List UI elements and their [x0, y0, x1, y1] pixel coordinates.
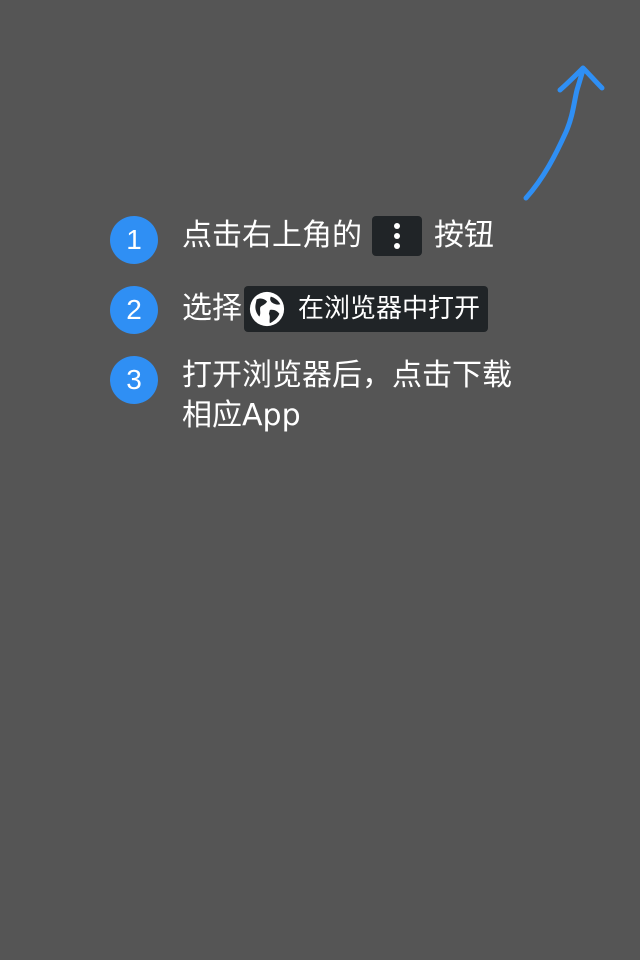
pointer-arrow-icon: [523, 65, 605, 201]
three-dot-menu-icon: [372, 216, 422, 256]
step-number-badge: 1: [110, 216, 158, 264]
step-number-badge: 3: [110, 356, 158, 404]
step-1-before-text: 点击右上角的: [182, 218, 362, 253]
instruction-step-3: 3 打开浏览器后，点击下载 相应App: [110, 356, 542, 436]
step-1-after-text: 按钮: [434, 218, 494, 253]
step-2-before-text: 选择: [182, 291, 242, 326]
step-number-badge: 2: [110, 286, 158, 334]
globe-icon: [249, 291, 285, 327]
instruction-step-1: 1 点击右上角的 按钮: [110, 216, 494, 264]
step-1-text: 点击右上角的 按钮: [182, 216, 494, 256]
open-in-browser-chip: 在浏览器中打开: [244, 286, 489, 332]
step-3-line-2: 相应App: [182, 398, 301, 433]
step-3-text: 打开浏览器后，点击下载 相应App: [182, 356, 542, 436]
step-2-text: 选择 在浏览器中打开: [182, 286, 489, 332]
instruction-step-2: 2 选择 在浏览器中打开: [110, 286, 489, 334]
step-3-line-1: 打开浏览器后，点击下载: [182, 358, 512, 393]
open-in-browser-label: 在浏览器中打开: [298, 294, 481, 324]
